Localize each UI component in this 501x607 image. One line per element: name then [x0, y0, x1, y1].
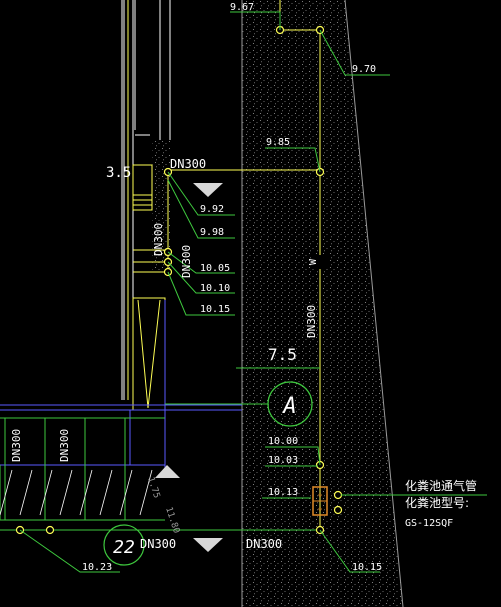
node-1013a [333, 490, 343, 500]
dn300-vertical-left: DN300 [152, 223, 165, 256]
level-marker-bottom [193, 538, 223, 552]
septic-line2: 化粪池型号: [405, 496, 469, 510]
dn300-vertical-right: DN300 [305, 305, 318, 338]
elev-992: 9.92 [200, 204, 224, 215]
svg-text:⊕: ⊕ [318, 492, 322, 499]
elev-967: 9.67 [230, 2, 254, 13]
dim-75: 7.5 [268, 345, 297, 364]
elev-1023: 10.23 [82, 562, 112, 573]
soil-hatch [242, 0, 403, 607]
septic-line3: GS-12SQF [405, 518, 453, 529]
elev-998: 9.98 [200, 227, 224, 238]
blue-lines [0, 300, 242, 470]
dn300-far-left-2: DN300 [58, 429, 71, 462]
level-marker-mid [155, 465, 180, 478]
elev-970: 9.70 [352, 64, 376, 75]
svg-text:⊕: ⊕ [318, 506, 322, 513]
elev-1005: 10.05 [200, 263, 230, 274]
elev-1015-bottom: 10.15 [352, 562, 382, 573]
section-a-label: A [281, 394, 296, 419]
gravel-hatch [0, 469, 153, 516]
node-1013b [333, 505, 343, 515]
dn300-top: DN300 [170, 157, 206, 171]
dn300-small: DN300 [180, 245, 193, 278]
node-1023b [45, 525, 55, 535]
dn300-bottom-left: DN300 [140, 537, 176, 551]
septic-line1: 化粪池通气管 [405, 478, 477, 493]
elev-1013: 10.13 [268, 487, 298, 498]
elev-1015-left: 10.15 [200, 304, 230, 315]
elev-1003: 10.03 [268, 455, 298, 466]
cad-drawing-canvas: ⊕ ⊕ 9.67 9.70 9.85 9.92 9.98 10.05 10.10… [0, 0, 487, 607]
elev-1000: 10.00 [268, 436, 298, 447]
w-mark: W [308, 258, 319, 265]
dn300-bottom-right: DN300 [246, 537, 282, 551]
level-marker-top [193, 183, 223, 197]
dn300-far-left-1: DN300 [10, 429, 23, 462]
elev-985: 9.85 [266, 137, 290, 148]
dim-35: 3.5 [106, 165, 131, 181]
elev-1010: 10.10 [200, 283, 230, 294]
node-22-label: 22 [113, 537, 135, 558]
